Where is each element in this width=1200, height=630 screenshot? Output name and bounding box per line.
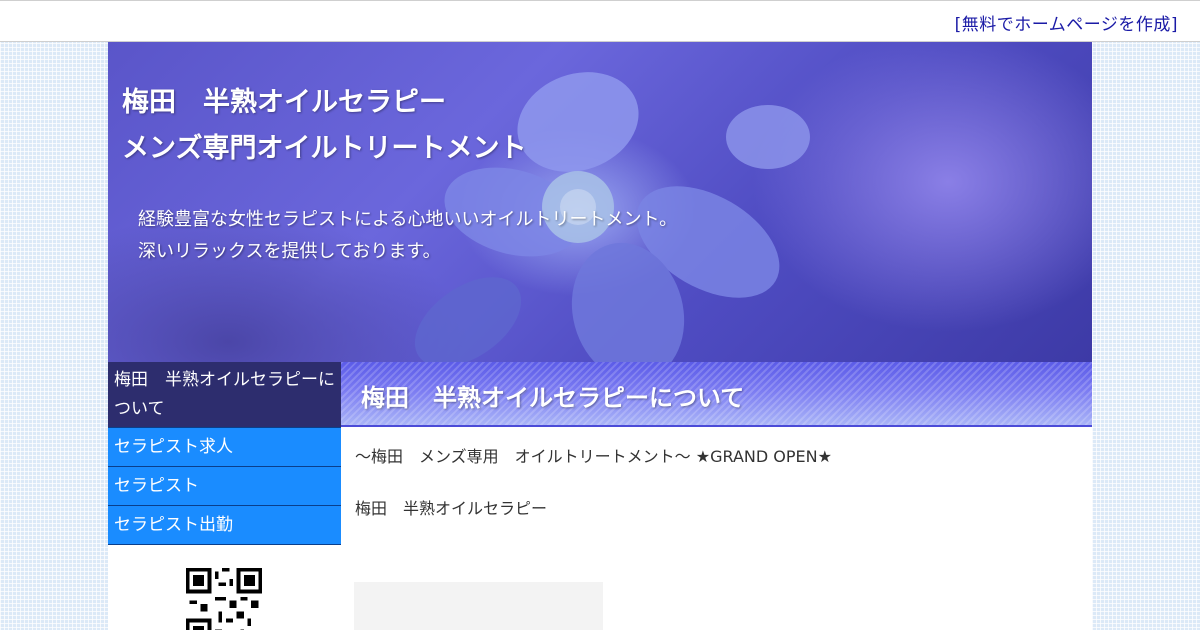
main-content: 梅田 半熟オイルセラピーについて 〜梅田 メンズ専用 オイルトリートメント〜 ★… xyxy=(341,362,1092,630)
sidebar-item-about[interactable]: 梅田 半熟オイルセラピーについて xyxy=(108,362,341,428)
content-image xyxy=(354,582,603,630)
site-title-line2: メンズ専門オイルトリートメント xyxy=(122,133,527,164)
section-heading: 梅田 半熟オイルセラピーについて xyxy=(341,362,1092,427)
header-banner: 梅田 半熟オイルセラピー メンズ専門オイルトリートメント 経験豊富な女性セラピス… xyxy=(108,42,1092,362)
site-description-line1: 経験豊富な女性セラピストによる心地いいオイルトリートメント。 xyxy=(138,209,678,230)
sidebar-nav: 梅田 半熟オイルセラピーについて セラピスト求人 セラピスト セラピスト出勤 xyxy=(108,362,341,630)
create-homepage-link[interactable]: [無料でホームページを作成] xyxy=(955,10,1178,35)
sidebar-item-recruit[interactable]: セラピスト求人 xyxy=(108,428,341,467)
site-description: 経験豊富な女性セラピストによる心地いいオイルトリートメント。 深いリラックスを提… xyxy=(138,204,677,268)
sidebar-item-therapists[interactable]: セラピスト xyxy=(108,467,341,506)
section-body: 〜梅田 メンズ専用 オイルトリートメント〜 ★GRAND OPEN★ 梅田 半熟… xyxy=(341,427,1092,531)
site-title-line1: 梅田 半熟オイルセラピー xyxy=(122,87,446,118)
sidebar-item-schedule[interactable]: セラピスト出勤 xyxy=(108,506,341,545)
site-description-line2: 深いリラックスを提供しております。 xyxy=(138,241,441,262)
site-title: 梅田 半熟オイルセラピー メンズ専門オイルトリートメント xyxy=(122,80,526,172)
qr-code xyxy=(186,568,262,630)
section-title: 梅田 半熟オイルセラピーについて xyxy=(361,384,745,412)
top-bar: [無料でホームページを作成] xyxy=(0,0,1200,42)
lead-text: 〜梅田 メンズ専用 オイルトリートメント〜 ★GRAND OPEN★ xyxy=(355,447,832,466)
shop-name-text: 梅田 半熟オイルセラピー xyxy=(355,499,548,518)
page-container: 梅田 半熟オイルセラピー メンズ専門オイルトリートメント 経験豊富な女性セラピス… xyxy=(108,42,1092,630)
